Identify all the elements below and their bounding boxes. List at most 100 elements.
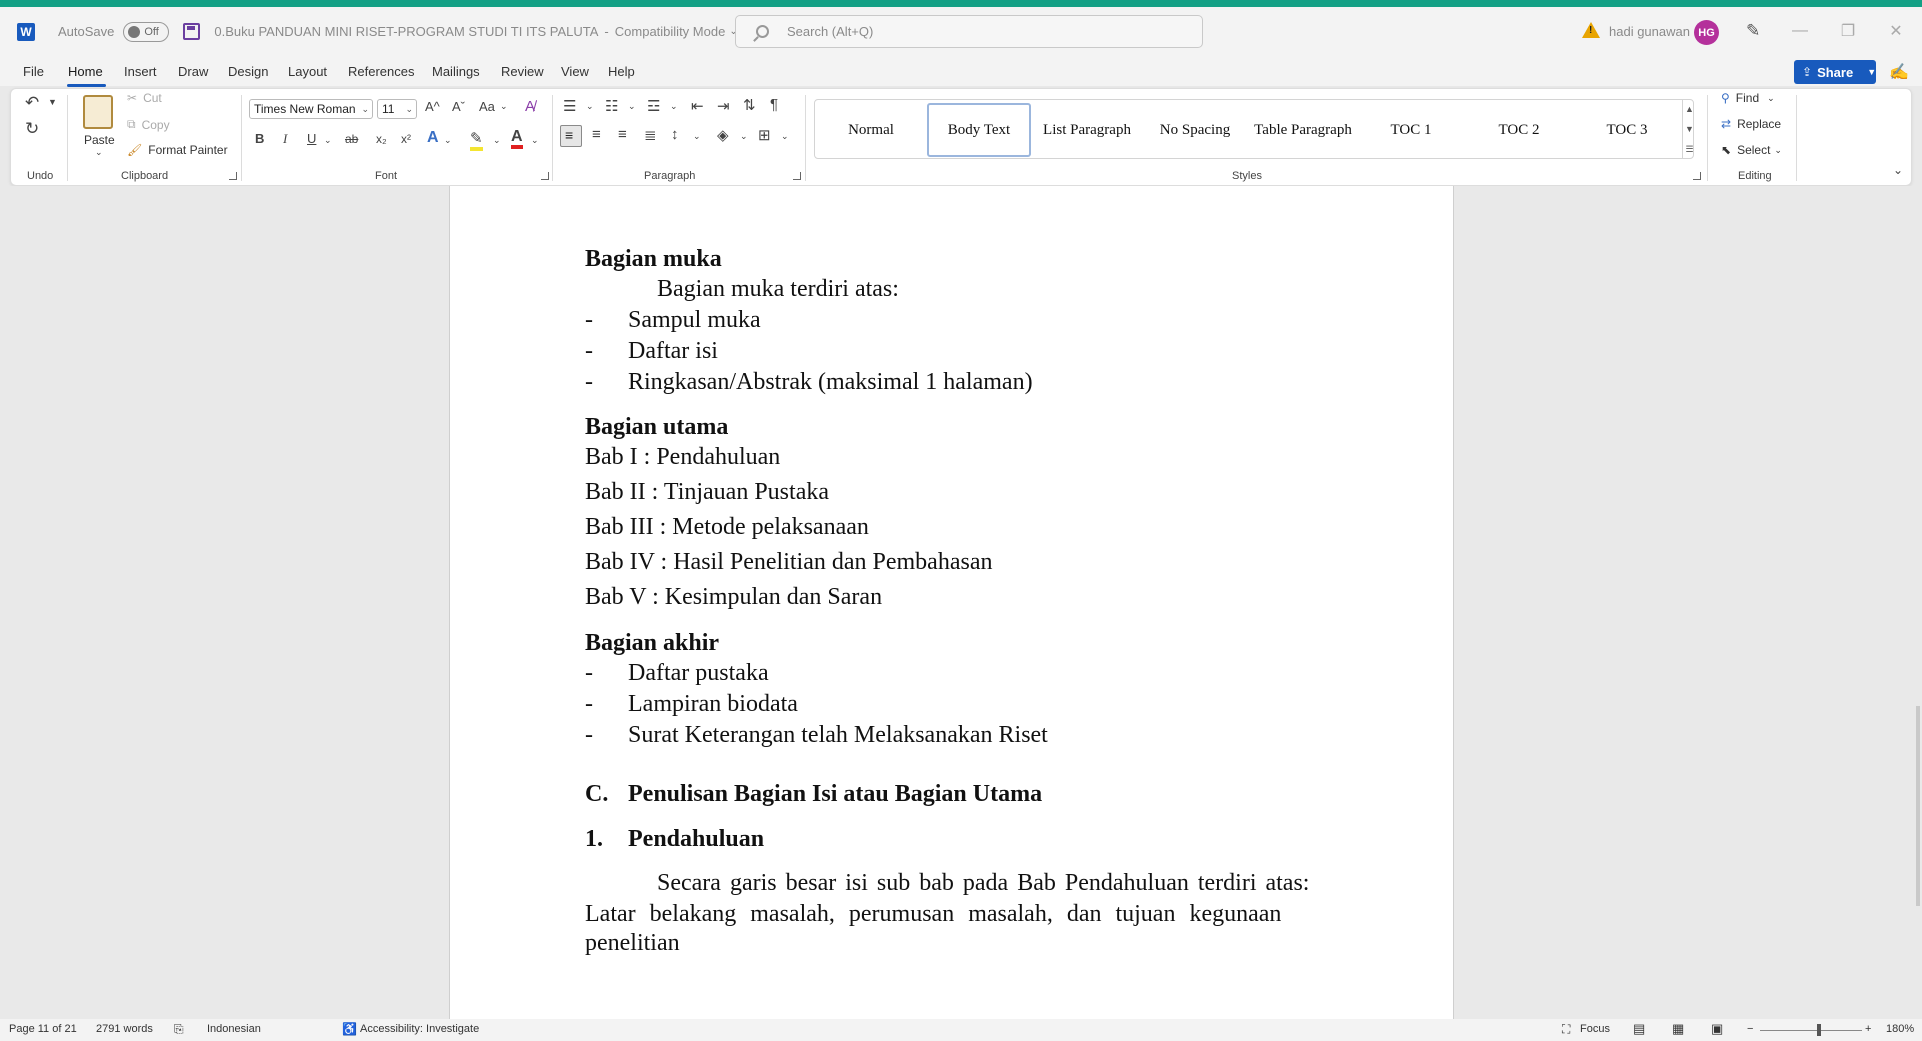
align-center-icon[interactable]: ≡ bbox=[592, 126, 601, 143]
chevron-down-icon[interactable]: ⌄ bbox=[95, 147, 103, 158]
select-button[interactable]: ⬉ Select ⌄ bbox=[1721, 143, 1782, 157]
close-icon[interactable]: ✕ bbox=[1876, 17, 1916, 45]
pen-icon[interactable]: ✎ bbox=[1746, 21, 1760, 41]
tab-home[interactable]: Home bbox=[68, 64, 103, 79]
chevron-down-icon[interactable]: ▼ bbox=[48, 97, 57, 107]
decrease-indent-icon[interactable]: ⇤ bbox=[691, 97, 704, 115]
zoom-out-icon[interactable]: − bbox=[1747, 1023, 1753, 1035]
more-styles-icon[interactable]: ☰ bbox=[1683, 139, 1696, 159]
document-title[interactable]: 0.Buku PANDUAN MINI RISET-PROGRAM STUDI … bbox=[214, 24, 598, 39]
sort-icon[interactable]: ⇅ bbox=[743, 96, 756, 114]
format-painter-button[interactable]: 🖌 Format Painter bbox=[127, 143, 228, 157]
styles-gallery-scroller[interactable]: ▲ ▼ ☰ bbox=[1682, 99, 1696, 159]
tab-help[interactable]: Help bbox=[608, 64, 635, 79]
line-spacing-icon[interactable]: ↕ bbox=[671, 126, 679, 143]
language[interactable]: Indonesian bbox=[207, 1023, 261, 1035]
chevron-down-icon[interactable]: ⌄ bbox=[531, 135, 539, 146]
web-layout-icon[interactable]: ▣ bbox=[1711, 1021, 1723, 1037]
tab-layout[interactable]: Layout bbox=[288, 64, 327, 79]
borders-icon[interactable]: ⊞ bbox=[758, 126, 771, 144]
restore-icon[interactable]: ❐ bbox=[1828, 17, 1868, 45]
redo-icon[interactable]: ↻ bbox=[25, 119, 39, 139]
style-toc-1[interactable]: TOC 1 bbox=[1359, 103, 1463, 157]
font-name-field[interactable]: Times New Roman ⌄ bbox=[249, 99, 373, 119]
avatar[interactable]: HG bbox=[1694, 20, 1719, 45]
style-normal[interactable]: Normal bbox=[819, 103, 923, 157]
print-layout-icon[interactable]: ▦ bbox=[1672, 1021, 1684, 1037]
clear-formatting-icon[interactable]: A̸ bbox=[525, 98, 535, 115]
chevron-down-icon[interactable]: ⌄ bbox=[500, 101, 508, 112]
cut-button[interactable]: ✂ Cut bbox=[127, 91, 162, 105]
proofing-icon[interactable]: ⎘ bbox=[174, 1022, 184, 1037]
increase-indent-icon[interactable]: ⇥ bbox=[717, 97, 730, 115]
word-app-icon[interactable]: W bbox=[17, 22, 35, 41]
paste-icon[interactable] bbox=[83, 95, 113, 129]
compatibility-mode-label[interactable]: Compatibility Mode bbox=[615, 24, 726, 39]
share-button[interactable]: ⇪ Share ▼ bbox=[1794, 60, 1876, 84]
search-box[interactable]: Search (Alt+Q) bbox=[735, 15, 1203, 48]
chevron-down-icon[interactable]: ⌄ bbox=[444, 135, 452, 146]
find-button[interactable]: ⚲ Find ⌄ bbox=[1721, 91, 1775, 105]
font-color-icon[interactable]: A bbox=[511, 128, 523, 149]
save-icon[interactable] bbox=[183, 23, 201, 40]
tab-file[interactable]: File bbox=[23, 64, 44, 79]
zoom-level[interactable]: 180% bbox=[1886, 1023, 1914, 1035]
chevron-down-icon[interactable]: ⌄ bbox=[628, 101, 636, 112]
highlight-icon[interactable]: ✎ bbox=[470, 129, 483, 151]
zoom-slider-thumb[interactable] bbox=[1817, 1024, 1821, 1036]
text-effects-icon[interactable]: A bbox=[427, 129, 439, 147]
chevron-down-icon[interactable]: ⌄ bbox=[405, 100, 413, 118]
styles-launcher-icon[interactable] bbox=[1693, 172, 1701, 180]
tab-insert[interactable]: Insert bbox=[124, 64, 157, 79]
pilcrow-icon[interactable]: ¶ bbox=[770, 96, 778, 113]
user-name[interactable]: hadi gunawan bbox=[1609, 24, 1690, 39]
collapse-ribbon-icon[interactable]: ⌄ bbox=[1893, 163, 1903, 177]
bold-button[interactable]: B bbox=[255, 131, 264, 146]
underline-button[interactable]: U bbox=[307, 131, 316, 146]
shrink-font-button[interactable]: Aˇ bbox=[452, 99, 465, 114]
multilevel-list-icon[interactable]: ☲ bbox=[647, 97, 660, 115]
tab-review[interactable]: Review bbox=[501, 64, 544, 79]
style-list-paragraph[interactable]: List Paragraph bbox=[1035, 103, 1139, 157]
accessibility-status[interactable]: Accessibility: Investigate bbox=[360, 1023, 479, 1035]
warning-icon[interactable]: ! bbox=[1582, 22, 1600, 38]
change-case-button[interactable]: Aa bbox=[479, 99, 495, 114]
zoom-slider[interactable] bbox=[1760, 1030, 1862, 1031]
vertical-scrollbar[interactable] bbox=[1916, 706, 1920, 906]
tab-view[interactable]: View bbox=[561, 64, 589, 79]
chevron-down-icon[interactable]: ⌄ bbox=[586, 101, 594, 112]
page-count[interactable]: Page 11 of 21 bbox=[9, 1023, 77, 1035]
chevron-down-icon[interactable]: ⌄ bbox=[693, 131, 701, 142]
clipboard-launcher-icon[interactable] bbox=[229, 172, 237, 180]
chevron-down-icon[interactable]: ⌄ bbox=[493, 135, 501, 146]
paste-button[interactable]: Paste bbox=[84, 133, 115, 147]
strikethrough-button[interactable]: ab bbox=[345, 132, 358, 146]
shading-icon[interactable]: ◈ bbox=[717, 126, 729, 144]
numbering-icon[interactable]: ☷ bbox=[605, 97, 618, 115]
chevron-down-icon[interactable]: ⌄ bbox=[670, 101, 678, 112]
align-right-icon[interactable]: ≡ bbox=[618, 126, 627, 143]
grow-font-button[interactable]: A^ bbox=[425, 99, 440, 114]
tab-draw[interactable]: Draw bbox=[178, 64, 208, 79]
chevron-down-icon[interactable]: ⌄ bbox=[361, 100, 369, 118]
read-mode-icon[interactable]: ▤ bbox=[1633, 1021, 1645, 1037]
chevron-down-icon[interactable]: ▼ bbox=[1683, 119, 1696, 139]
minimize-icon[interactable]: — bbox=[1780, 17, 1820, 45]
justify-icon[interactable]: ≣ bbox=[644, 126, 657, 144]
bullets-icon[interactable]: ☰ bbox=[563, 97, 576, 115]
subscript-button[interactable]: x₂ bbox=[376, 132, 387, 146]
comments-icon[interactable]: ✍ bbox=[1889, 62, 1909, 82]
accessibility-icon[interactable]: ♿ bbox=[342, 1022, 357, 1036]
font-launcher-icon[interactable] bbox=[541, 172, 549, 180]
zoom-in-icon[interactable]: + bbox=[1865, 1023, 1871, 1035]
style-toc-2[interactable]: TOC 2 bbox=[1467, 103, 1571, 157]
chevron-down-icon[interactable]: ⌄ bbox=[324, 135, 332, 146]
focus-button[interactable]: Focus bbox=[1580, 1023, 1610, 1035]
superscript-button[interactable]: x² bbox=[401, 132, 411, 146]
chevron-down-icon[interactable]: ⌄ bbox=[781, 131, 789, 142]
chevron-up-icon[interactable]: ▲ bbox=[1683, 99, 1696, 119]
style-body-text[interactable]: Body Text bbox=[927, 103, 1031, 157]
focus-icon[interactable]: ⛶ bbox=[1562, 1022, 1570, 1037]
paragraph-launcher-icon[interactable] bbox=[793, 172, 801, 180]
autosave-toggle[interactable]: Off bbox=[123, 21, 170, 42]
